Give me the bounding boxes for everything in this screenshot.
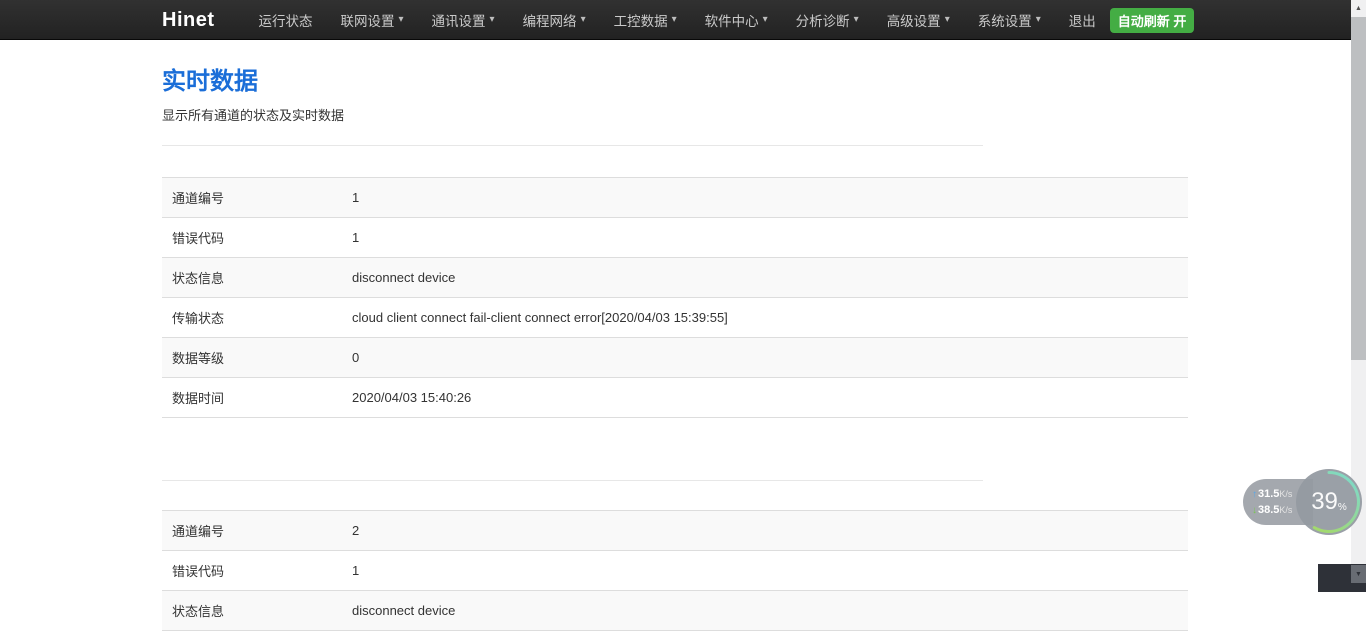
chevron-down-icon: ▾ bbox=[763, 15, 768, 25]
chevron-down-icon: ▾ bbox=[672, 15, 677, 25]
nav-item-network-settings[interactable]: 联网设置 ▾ bbox=[327, 0, 418, 40]
nav-item-programming-network[interactable]: 编程网络 ▾ bbox=[509, 0, 600, 40]
nav-item-logout[interactable]: 退出 bbox=[1055, 0, 1110, 40]
corner-overlay-box: ▼ bbox=[1318, 564, 1366, 592]
brand-logo[interactable]: Hinet bbox=[162, 9, 215, 32]
row-label: 数据时间 bbox=[162, 378, 342, 418]
row-value: 2 bbox=[342, 511, 1188, 551]
nav-menu: 运行状态 联网设置 ▾ 通讯设置 ▾ 编程网络 ▾ 工控数据 ▾ 软件中心 ▾ bbox=[245, 0, 1110, 40]
row-value: 2020/04/03 15:40:26 bbox=[342, 378, 1188, 418]
scrollbar-thumb[interactable] bbox=[1351, 17, 1366, 360]
row-label: 状态信息 bbox=[162, 258, 342, 298]
nav-item-analysis-diagnosis[interactable]: 分析诊断 ▾ bbox=[782, 0, 873, 40]
table-row: 通道编号 1 bbox=[162, 178, 1188, 218]
row-label: 传输状态 bbox=[162, 298, 342, 338]
row-value: 1 bbox=[342, 551, 1188, 591]
page-subtitle: 显示所有通道的状态及实时数据 bbox=[162, 105, 1188, 124]
chevron-down-icon: ▾ bbox=[1036, 15, 1041, 25]
row-label: 通道编号 bbox=[162, 511, 342, 551]
table-row: 状态信息 disconnect device bbox=[162, 591, 1188, 631]
upload-speed-unit: K/s bbox=[1279, 488, 1292, 500]
table-row: 状态信息 disconnect device bbox=[162, 258, 1188, 298]
section-divider bbox=[162, 145, 983, 146]
table-row: 错误代码 1 bbox=[162, 218, 1188, 258]
row-label: 数据等级 bbox=[162, 338, 342, 378]
channel-2-table: 通道编号 2 错误代码 1 状态信息 disconnect device bbox=[162, 510, 1188, 631]
chevron-down-icon: ▾ bbox=[854, 15, 859, 25]
nav-item-software-center[interactable]: 软件中心 ▾ bbox=[691, 0, 782, 40]
row-value: 1 bbox=[342, 178, 1188, 218]
row-label: 通道编号 bbox=[162, 178, 342, 218]
table-row: 数据等级 0 bbox=[162, 338, 1188, 378]
nav-item-industrial-data[interactable]: 工控数据 ▾ bbox=[600, 0, 691, 40]
chevron-down-icon: ▾ bbox=[945, 15, 950, 25]
navbar-container: Hinet 运行状态 联网设置 ▾ 通讯设置 ▾ 编程网络 ▾ 工控数据 ▾ bbox=[162, 0, 1188, 40]
chevron-down-icon: ▾ bbox=[581, 15, 586, 25]
download-speed-unit: K/s bbox=[1279, 504, 1292, 516]
row-label: 错误代码 bbox=[162, 218, 342, 258]
main-container: 实时数据 显示所有通道的状态及实时数据 通道编号 1 错误代码 1 状态信息 d… bbox=[162, 61, 1188, 631]
nav-item-advanced-settings[interactable]: 高级设置 ▾ bbox=[873, 0, 964, 40]
upload-arrow-icon: ↑ bbox=[1252, 489, 1257, 501]
page-title: 实时数据 bbox=[162, 61, 1188, 96]
row-value: disconnect device bbox=[342, 258, 1188, 298]
progress-ring-icon bbox=[1296, 469, 1362, 535]
progress-circle-button[interactable]: 39 % bbox=[1296, 469, 1362, 535]
chevron-down-icon: ▾ bbox=[399, 15, 404, 25]
channel-1-table: 通道编号 1 错误代码 1 状态信息 disconnect device 传输状… bbox=[162, 177, 1188, 418]
row-label: 状态信息 bbox=[162, 591, 342, 631]
scroll-down-button[interactable]: ▼ bbox=[1351, 565, 1366, 583]
nav-item-system-settings[interactable]: 系统设置 ▾ bbox=[964, 0, 1055, 40]
table-row: 通道编号 2 bbox=[162, 511, 1188, 551]
upload-speed-value: 31.5 bbox=[1258, 488, 1279, 500]
browser-speed-widget: ↑ 31.5 K/s ↓ 38.5 K/s 39 % bbox=[1240, 469, 1366, 535]
row-label: 错误代码 bbox=[162, 551, 342, 591]
scroll-up-button[interactable]: ▲ bbox=[1351, 0, 1366, 17]
scroll-up-icon: ▲ bbox=[1355, 5, 1362, 12]
table-row: 传输状态 cloud client connect fail-client co… bbox=[162, 298, 1188, 338]
table-row: 错误代码 1 bbox=[162, 551, 1188, 591]
table-row: 数据时间 2020/04/03 15:40:26 bbox=[162, 378, 1188, 418]
row-value: 1 bbox=[342, 218, 1188, 258]
download-speed-value: 38.5 bbox=[1258, 504, 1279, 516]
row-value: disconnect device bbox=[342, 591, 1188, 631]
download-arrow-icon: ↓ bbox=[1252, 505, 1257, 517]
row-value: 0 bbox=[342, 338, 1188, 378]
row-value: cloud client connect fail-client connect… bbox=[342, 298, 1188, 338]
section-divider bbox=[162, 480, 983, 481]
auto-refresh-toggle[interactable]: 自动刷新 开 bbox=[1110, 8, 1195, 33]
nav-item-running-status[interactable]: 运行状态 bbox=[245, 0, 327, 40]
top-navbar: Hinet 运行状态 联网设置 ▾ 通讯设置 ▾ 编程网络 ▾ 工控数据 ▾ bbox=[0, 0, 1351, 40]
scroll-down-icon: ▼ bbox=[1355, 571, 1362, 578]
chevron-down-icon: ▾ bbox=[490, 15, 495, 25]
nav-item-comm-settings[interactable]: 通讯设置 ▾ bbox=[418, 0, 509, 40]
